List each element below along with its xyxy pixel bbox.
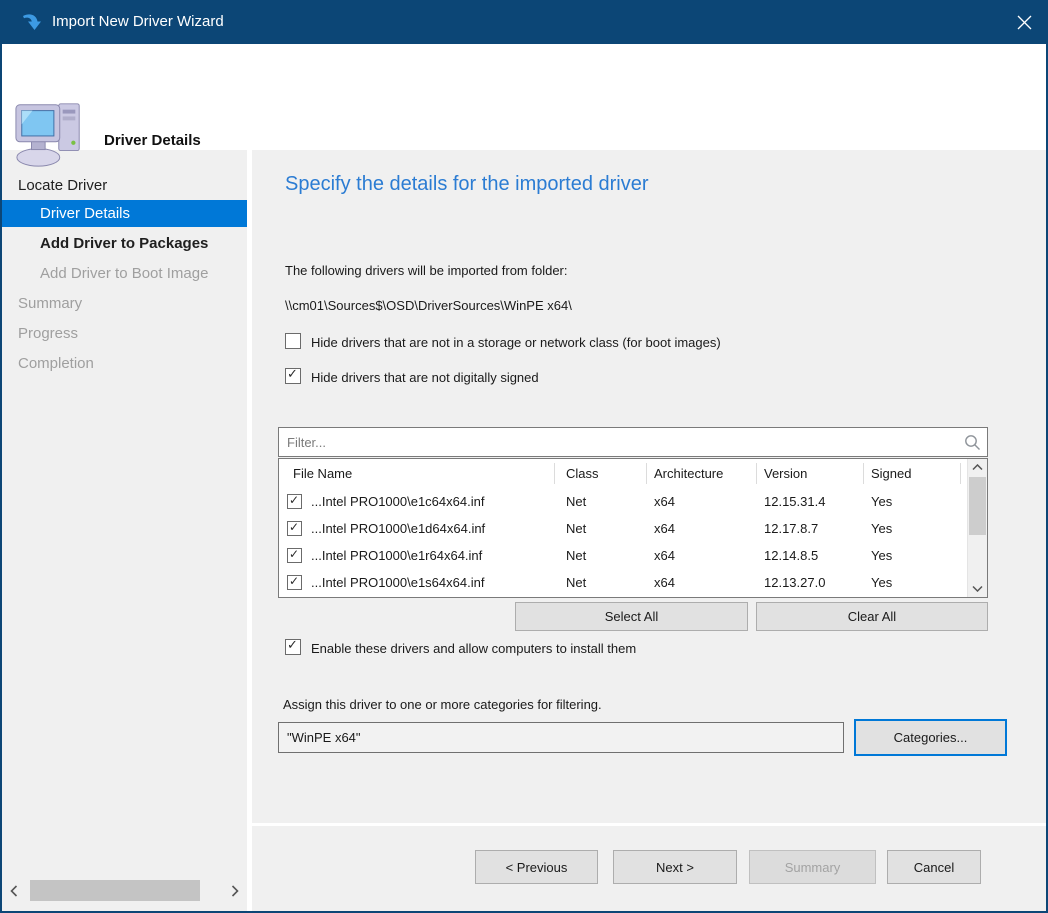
enable-drivers-checkbox[interactable]: ✓ — [285, 639, 301, 655]
cell-architecture: x64 — [654, 488, 675, 515]
row-checkbox[interactable]: ✓ — [287, 575, 302, 590]
table-vertical-scrollbar[interactable] — [967, 459, 987, 597]
scroll-down-arrow-icon[interactable] — [968, 580, 987, 597]
wizard-arrow-icon — [19, 10, 43, 34]
column-separator — [863, 463, 864, 484]
checkmark-icon: ✓ — [289, 547, 299, 561]
footer-separator — [252, 823, 1048, 826]
next-button[interactable]: Next > — [613, 850, 737, 884]
table-header: File Name Class Architecture Version Sig… — [279, 459, 967, 488]
table-row[interactable]: ✓ ...Intel PRO1000\e1r64x64.inf Net x64 … — [279, 542, 967, 569]
title-bar: Import New Driver Wizard — [0, 0, 1048, 44]
cell-architecture: x64 — [654, 515, 675, 542]
cell-file-name: ...Intel PRO1000\e1r64x64.inf — [311, 542, 482, 569]
scroll-right-arrow-icon[interactable] — [223, 879, 247, 902]
previous-button[interactable]: < Previous — [475, 850, 598, 884]
cell-class: Net — [566, 569, 586, 596]
checkmark-icon: ✓ — [289, 493, 299, 507]
column-header-class[interactable]: Class — [566, 459, 599, 488]
table-row[interactable]: ✓ ...Intel PRO1000\e1d64x64.inf Net x64 … — [279, 515, 967, 542]
cell-signed: Yes — [871, 488, 892, 515]
scroll-up-arrow-icon[interactable] — [968, 459, 987, 476]
hide-unsigned-checkbox[interactable]: ✓ — [285, 368, 301, 384]
filter-input[interactable] — [279, 428, 987, 456]
table-row[interactable]: ✓ ...Intel PRO1000\e1s64x64.inf Net x64 … — [279, 569, 967, 596]
cancel-button[interactable]: Cancel — [887, 850, 981, 884]
sidebar-horizontal-scrollbar[interactable] — [2, 879, 247, 902]
enable-drivers-checkbox-label: Enable these drivers and allow computers… — [311, 641, 636, 656]
select-all-button[interactable]: Select All — [515, 602, 748, 631]
checkmark-icon: ✓ — [287, 366, 298, 382]
cell-class: Net — [566, 515, 586, 542]
checkmark-icon: ✓ — [289, 520, 299, 534]
checkmark-icon: ✓ — [289, 574, 299, 588]
category-input[interactable] — [279, 723, 843, 752]
nav-item-locate-driver[interactable]: Locate Driver — [2, 172, 247, 199]
column-separator — [646, 463, 647, 484]
column-separator — [756, 463, 757, 484]
search-icon — [964, 434, 981, 451]
hide-storage-checkbox-label: Hide drivers that are not in a storage o… — [311, 335, 721, 350]
cell-file-name: ...Intel PRO1000\e1c64x64.inf — [311, 488, 484, 515]
category-assignment-label: Assign this driver to one or more catego… — [283, 697, 602, 712]
scroll-left-arrow-icon[interactable] — [2, 879, 26, 902]
cell-version: 12.17.8.7 — [764, 515, 818, 542]
cell-version: 12.14.8.5 — [764, 542, 818, 569]
hide-unsigned-checkbox-label: Hide drivers that are not digitally sign… — [311, 370, 539, 385]
nav-item-driver-details[interactable]: Driver Details — [2, 200, 247, 227]
nav-item-completion[interactable]: Completion — [2, 350, 247, 377]
import-new-driver-wizard-window: Import New Driver Wizard Driver Details … — [0, 0, 1048, 913]
category-field-box — [278, 722, 844, 753]
nav-item-progress[interactable]: Progress — [2, 320, 247, 347]
content-heading: Specify the details for the imported dri… — [285, 173, 649, 196]
column-header-version[interactable]: Version — [764, 459, 807, 488]
nav-item-add-driver-to-packages[interactable]: Add Driver to Packages — [2, 230, 247, 257]
driver-table: File Name Class Architecture Version Sig… — [278, 458, 988, 598]
cell-file-name: ...Intel PRO1000\e1d64x64.inf — [311, 515, 485, 542]
column-separator — [960, 463, 961, 484]
hide-storage-checkbox[interactable] — [285, 333, 301, 349]
page-title: Driver Details — [104, 132, 201, 149]
cell-file-name: ...Intel PRO1000\e1s64x64.inf — [311, 569, 484, 596]
close-icon — [1017, 15, 1032, 30]
sidebar-divider — [247, 150, 252, 913]
categories-button[interactable]: Categories... — [854, 719, 1007, 756]
window-title: Import New Driver Wizard — [52, 0, 224, 44]
nav-item-summary[interactable]: Summary — [2, 290, 247, 317]
row-checkbox[interactable]: ✓ — [287, 548, 302, 563]
row-checkbox[interactable]: ✓ — [287, 494, 302, 509]
cell-signed: Yes — [871, 515, 892, 542]
close-button[interactable] — [1000, 0, 1048, 44]
driver-filter-box — [278, 427, 988, 457]
horizontal-scrollbar-thumb[interactable] — [30, 880, 200, 901]
vertical-scrollbar-thumb[interactable] — [969, 477, 986, 535]
import-folder-intro: The following drivers will be imported f… — [285, 263, 568, 278]
cell-class: Net — [566, 488, 586, 515]
wizard-header: Driver Details — [0, 44, 1048, 150]
cell-architecture: x64 — [654, 569, 675, 596]
cell-class: Net — [566, 542, 586, 569]
column-separator — [554, 463, 555, 484]
computer-icon — [13, 97, 87, 171]
row-checkbox[interactable]: ✓ — [287, 521, 302, 536]
nav-item-add-driver-to-boot-image[interactable]: Add Driver to Boot Image — [2, 260, 247, 287]
checkmark-icon: ✓ — [287, 637, 298, 653]
cell-signed: Yes — [871, 542, 892, 569]
source-path: \\cm01\Sources$\OSD\DriverSources\WinPE … — [285, 298, 572, 313]
cell-version: 12.15.31.4 — [764, 488, 825, 515]
table-row[interactable]: ✓ ...Intel PRO1000\e1c64x64.inf Net x64 … — [279, 488, 967, 515]
column-header-file-name[interactable]: File Name — [293, 459, 352, 488]
clear-all-button[interactable]: Clear All — [756, 602, 988, 631]
column-header-signed[interactable]: Signed — [871, 459, 911, 488]
summary-button[interactable]: Summary — [749, 850, 876, 884]
cell-version: 12.13.27.0 — [764, 569, 825, 596]
cell-architecture: x64 — [654, 542, 675, 569]
column-header-architecture[interactable]: Architecture — [654, 459, 723, 488]
cell-signed: Yes — [871, 569, 892, 596]
